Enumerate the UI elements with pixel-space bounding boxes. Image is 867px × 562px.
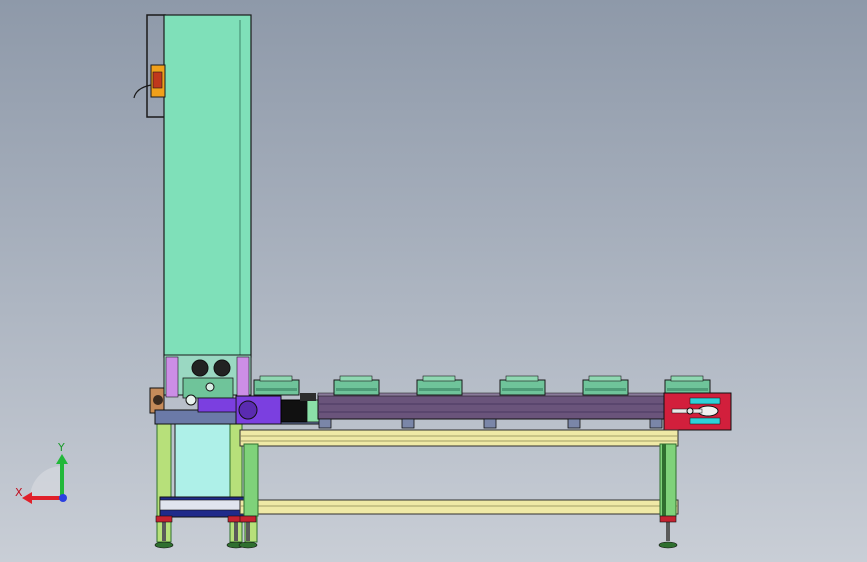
tower: [133, 14, 252, 406]
carrier: [664, 375, 711, 396]
cad-viewport[interactable]: X Y: [0, 0, 867, 562]
conveyor-foot: [483, 418, 497, 429]
frame-post-left-main: [243, 443, 259, 517]
conveyor-feet: [318, 418, 663, 429]
tower-cable: [133, 84, 152, 99]
main-frame: [239, 429, 679, 517]
tower-gear-left: [191, 359, 209, 377]
top-rail: [239, 429, 679, 447]
bottom-rail: [239, 499, 679, 515]
tower-gear-right: [213, 359, 231, 377]
conveyor-belt: [317, 394, 669, 420]
axis-x-label: X: [15, 486, 23, 499]
end-panel: [663, 392, 732, 431]
lower-clear-panel: [174, 421, 231, 501]
axis-y-label: Y: [58, 441, 65, 454]
carrier: [416, 375, 463, 396]
machine-drawing[interactable]: [0, 0, 867, 562]
drive-motor: [280, 399, 308, 423]
conveyor-foot: [318, 418, 332, 429]
carrier: [499, 375, 546, 396]
carriers: [253, 375, 711, 396]
conveyor-foot: [649, 418, 663, 429]
drive-unit: [154, 393, 326, 425]
conveyor-foot: [401, 418, 415, 429]
conveyor: [253, 375, 711, 429]
carrier: [253, 375, 300, 396]
conveyor-foot: [567, 418, 581, 429]
carrier: [333, 375, 380, 396]
leveling-foot: [658, 515, 678, 549]
tower-main-panel: [163, 14, 252, 358]
carrier: [582, 375, 629, 396]
axis-triad: [22, 454, 68, 504]
